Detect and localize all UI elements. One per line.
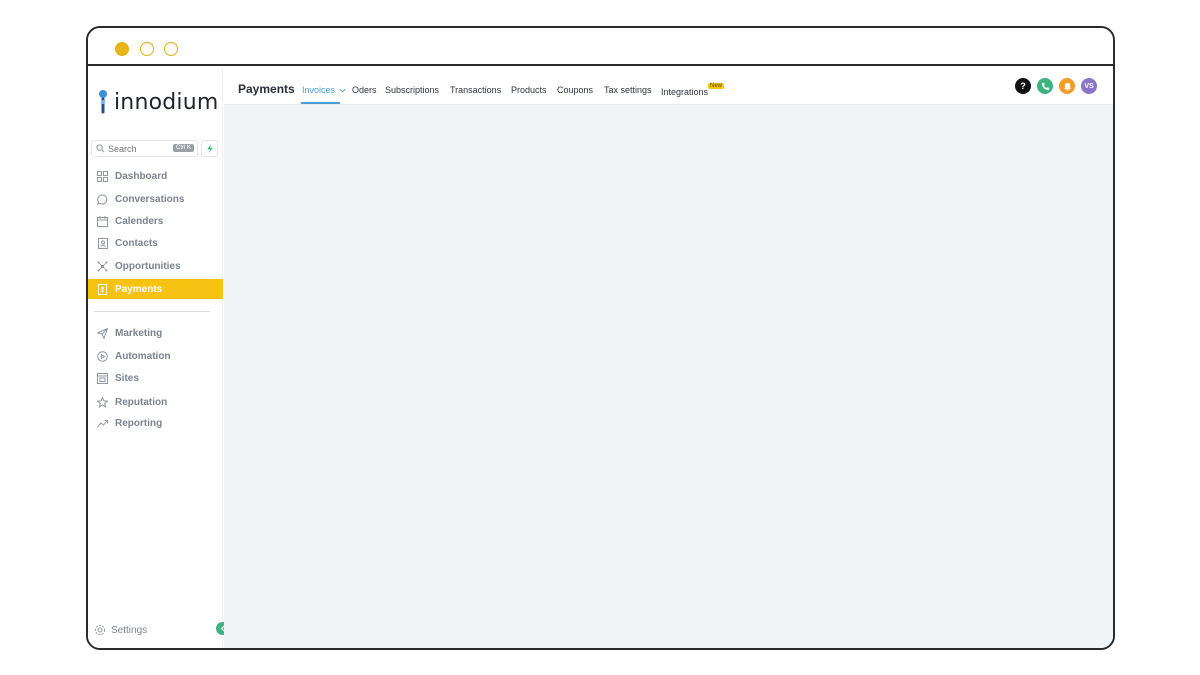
send-icon — [96, 327, 108, 339]
sidebar-item-payments[interactable]: Payments — [88, 279, 223, 299]
window-close-button[interactable] — [115, 42, 129, 56]
search-input[interactable] — [108, 143, 176, 154]
sidebar-item-marketing[interactable]: Marketing — [88, 323, 223, 343]
sidebar-item-dashboard[interactable]: Dashboard — [88, 166, 223, 186]
window-titlebar — [88, 28, 1113, 66]
main-content — [224, 105, 1113, 648]
automation-icon — [96, 350, 108, 362]
sidebar-item-label: Calenders — [115, 215, 164, 227]
tab-products[interactable]: Products — [511, 85, 547, 95]
sites-icon — [96, 372, 108, 384]
payments-icon — [96, 283, 108, 295]
tab-label: Invoices — [302, 85, 336, 95]
sidebar-item-label: Marketing — [115, 327, 163, 339]
sidebar-item-sites[interactable]: Sites — [88, 368, 223, 388]
settings-label: Settings — [111, 624, 148, 636]
sidebar-item-label: Payments — [115, 283, 163, 295]
help-button[interactable]: ? — [1015, 78, 1031, 94]
sidebar-item-reputation[interactable]: Reputation — [88, 392, 223, 412]
sidebar-item-label: Opportunities — [115, 260, 181, 272]
app-window: innodium Ctrl K Dashboard Conver — [86, 26, 1115, 650]
tab-oders[interactable]: Oders — [352, 85, 377, 95]
quick-action-button[interactable] — [201, 140, 218, 157]
logo-icon — [99, 90, 107, 114]
bell-icon — [1063, 82, 1071, 91]
sidebar-item-reporting[interactable]: Reporting — [88, 413, 223, 433]
top-navigation: Payments Invoices Oders Subscriptions Tr… — [224, 68, 1113, 105]
sidebar-item-opportunities[interactable]: Opportunities — [88, 256, 223, 276]
tab-tax-settings[interactable]: Tax settings — [604, 85, 652, 95]
tab-coupons[interactable]: Coupons — [557, 85, 593, 95]
phone-icon — [1041, 82, 1049, 90]
star-icon — [96, 396, 108, 408]
search-icon — [96, 144, 105, 153]
tab-transactions[interactable]: Transactions — [450, 85, 501, 95]
sidebar-item-label: Automation — [115, 350, 171, 362]
brand-logo[interactable]: innodium — [97, 86, 219, 118]
sidebar-item-label: Dashboard — [115, 170, 168, 182]
sidebar-item-label: Reputation — [115, 396, 168, 408]
lightning-icon — [206, 144, 213, 153]
new-badge: New — [708, 83, 725, 89]
tab-invoices[interactable]: Invoices — [302, 85, 346, 95]
brand-name: innodium — [114, 89, 219, 115]
sidebar-item-conversations[interactable]: Conversations — [88, 189, 223, 209]
sidebar-item-label: Sites — [115, 372, 139, 384]
chevron-down-icon — [339, 88, 346, 93]
sidebar-divider — [94, 311, 210, 312]
window-minimize-button[interactable] — [140, 42, 154, 56]
sidebar-item-automation[interactable]: Automation — [88, 346, 223, 366]
help-icon: ? — [1020, 81, 1026, 91]
sidebar-item-label: Conversations — [115, 193, 185, 205]
notifications-button[interactable] — [1059, 78, 1075, 94]
contacts-icon — [96, 237, 108, 249]
sidebar-item-label: Reporting — [115, 417, 163, 429]
active-tab-indicator — [301, 102, 340, 104]
sidebar-item-label: Contacts — [115, 237, 158, 249]
user-avatar[interactable]: VS — [1081, 78, 1097, 94]
avatar-initials: VS — [1084, 82, 1094, 90]
search-shortcut: Ctrl K — [173, 144, 194, 152]
search-box[interactable]: Ctrl K — [91, 140, 198, 157]
tab-subscriptions[interactable]: Subscriptions — [385, 85, 439, 95]
sidebar-item-contacts[interactable]: Contacts — [88, 233, 223, 253]
opportunities-icon — [96, 260, 108, 272]
chat-icon — [96, 193, 108, 205]
phone-button[interactable] — [1037, 78, 1053, 94]
gear-icon — [94, 624, 106, 636]
window-maximize-button[interactable] — [164, 42, 178, 56]
dashboard-icon — [96, 170, 108, 182]
sidebar: innodium Ctrl K Dashboard Conver — [88, 68, 223, 648]
settings-button[interactable]: Settings — [94, 624, 147, 636]
calendar-icon — [96, 215, 108, 227]
page-title: Payments — [238, 82, 295, 96]
sidebar-item-calenders[interactable]: Calenders — [88, 211, 223, 231]
reporting-icon — [96, 417, 108, 429]
tab-integrations[interactable]: Integrations — [661, 87, 708, 97]
